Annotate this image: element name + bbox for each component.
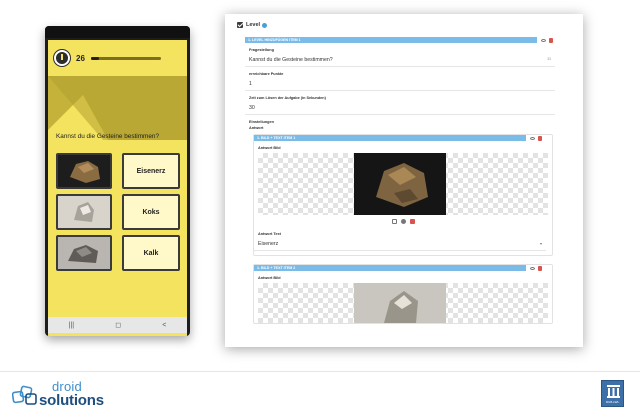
answer-row: Kalk [56, 235, 180, 271]
points-label: erreichbare Punkte [249, 72, 284, 76]
answer-image-light-rock[interactable] [56, 194, 112, 230]
question-label: Fragestellung [249, 48, 274, 52]
gear-icon[interactable] [400, 219, 406, 224]
quiz-question: Kannst du die Gesteine bestimmen? [56, 133, 160, 140]
phone-mockup: 26 Kannst du die Gesteine bestimmen? Eis… [45, 26, 190, 336]
answer-item-bar-row: 1. BILD + TEXT ITEM 1 [254, 135, 552, 141]
answer-text-value: Eisenerz [258, 241, 279, 247]
trash-icon[interactable] [538, 135, 542, 141]
checkbox-icon[interactable] [237, 22, 243, 28]
footer-divider [0, 371, 640, 372]
answer-item: 1. BILD + TEXT ITEM 1 Antwort Bild Antwo… [253, 134, 553, 256]
recent-apps-icon[interactable]: ||| [69, 322, 74, 329]
bar-actions [530, 265, 542, 271]
question-input[interactable]: Kannst du die Gesteine bestimmen? 33 [245, 54, 555, 67]
level-header: Level [237, 19, 573, 31]
delete-image-icon[interactable] [409, 219, 415, 224]
answer-label: Antwort [249, 126, 264, 130]
char-count: 33 [547, 57, 551, 61]
phone-nav-bar: ||| ◻ < [48, 317, 187, 333]
image-icon[interactable] [391, 219, 397, 224]
phone-status-bar [45, 26, 190, 38]
answer-image-gray-rock[interactable] [56, 235, 112, 271]
eye-icon[interactable] [530, 136, 535, 140]
rock-image [354, 283, 446, 323]
trash-icon[interactable] [549, 37, 553, 43]
answer-image-label: Antwort Bild [258, 276, 281, 280]
trash-icon[interactable] [538, 265, 542, 271]
answer-item-bar-row: 1. BILD + TEXT ITEM 2 [254, 265, 552, 271]
answer-text-select[interactable]: Eisenerz ▾ [254, 238, 546, 251]
answer-option[interactable]: Kalk [122, 235, 180, 271]
answer-image-dark-rock[interactable] [56, 153, 112, 189]
partner-label: RUB-LWL [605, 400, 620, 404]
answer-text-label: Antwort Text [258, 232, 281, 236]
cms-content: Level 1. LEVEL HINZUFÜGEN ITEM 1 Fragest… [237, 19, 573, 324]
question-input-value: Kannst du die Gesteine bestimmen? [249, 57, 333, 63]
chevron-down-icon: ▾ [539, 241, 542, 246]
droid-solutions-logo: droid solutions [12, 379, 132, 410]
eye-icon[interactable] [530, 266, 535, 270]
time-input[interactable]: 30 [245, 102, 555, 115]
timer-bar-fill [90, 56, 100, 60]
image-tools [254, 215, 552, 227]
answer-item-bar[interactable]: 1. BILD + TEXT ITEM 1 [254, 135, 526, 141]
answer-image-label: Antwort Bild [258, 146, 281, 150]
quiz-timer: 26 [48, 40, 187, 76]
timer-count: 26 [76, 53, 85, 63]
answer-image-preview[interactable] [258, 283, 548, 323]
logo-mark-icon [12, 385, 37, 405]
rock-image [354, 153, 446, 215]
cms-editor-panel: Level 1. LEVEL HINZUFÜGEN ITEM 1 Fragest… [225, 14, 583, 347]
answer-grid: Eisenerz Koks Kalk [56, 153, 180, 276]
time-label: Zeit zum Lösen der Aufgabe (in Sekunden) [249, 96, 326, 100]
timer-bar [90, 56, 161, 60]
bar-actions [530, 135, 542, 141]
answer-option[interactable]: Koks [122, 194, 180, 230]
level-label: Level [246, 22, 261, 28]
answer-item: 1. BILD + TEXT ITEM 2 Antwort Bild [253, 264, 553, 324]
building-icon [607, 385, 620, 398]
eye-icon[interactable] [541, 38, 546, 42]
settings-label: Einstellungen [249, 120, 274, 124]
level-item: 1. LEVEL HINZUFÜGEN ITEM 1 Fragestellung… [245, 37, 573, 324]
bar-actions [541, 37, 553, 43]
partner-logo: RUB-LWL [601, 380, 624, 407]
answer-row: Koks [56, 194, 180, 230]
stopwatch-icon [54, 50, 70, 66]
level-item-bar-row: 1. LEVEL HINZUFÜGEN ITEM 1 [245, 37, 573, 43]
answer-item-bar[interactable]: 1. BILD + TEXT ITEM 2 [254, 265, 526, 271]
phone-screen: 26 Kannst du die Gesteine bestimmen? Eis… [48, 40, 187, 336]
points-input[interactable]: 1 [245, 78, 555, 91]
answer-image-preview[interactable] [258, 153, 548, 215]
presentation-slide: 26 Kannst du die Gesteine bestimmen? Eis… [0, 0, 640, 417]
level-item-bar[interactable]: 1. LEVEL HINZUFÜGEN ITEM 1 [245, 37, 537, 43]
brand-name-bottom: solutions [39, 392, 104, 409]
info-icon[interactable] [262, 22, 268, 28]
home-icon[interactable]: ◻ [115, 321, 121, 329]
back-icon[interactable]: < [162, 322, 166, 329]
answer-option[interactable]: Eisenerz [122, 153, 180, 189]
answer-row: Eisenerz [56, 153, 180, 189]
